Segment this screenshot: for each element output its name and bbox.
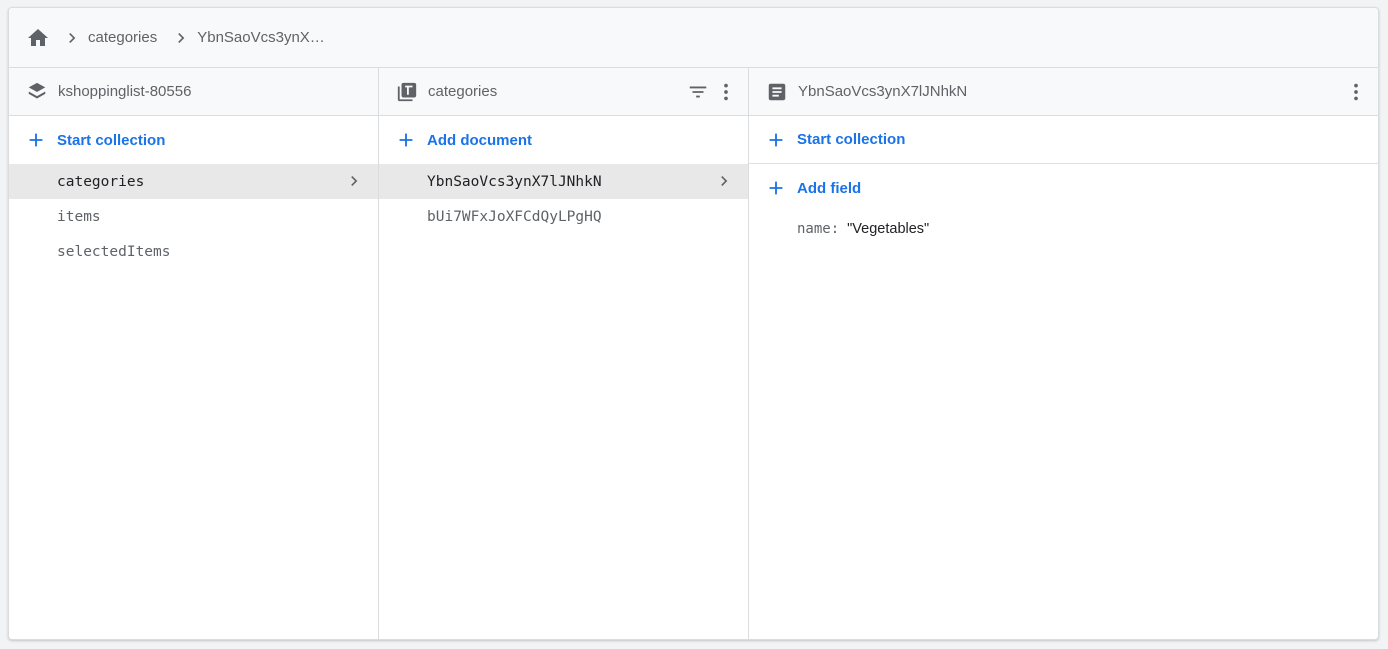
add-document-button[interactable]: Add document bbox=[379, 116, 748, 164]
document-header-actions bbox=[1344, 80, 1368, 104]
collection-item-label: selectedItems bbox=[57, 243, 171, 260]
document-item-label: YbnSaoVcs3ynX7lJNhkN bbox=[427, 173, 602, 190]
collection-item-label: categories bbox=[57, 173, 145, 190]
plus-icon bbox=[765, 129, 787, 151]
start-subcollection-button[interactable]: Start collection bbox=[749, 116, 1378, 164]
breadcrumb-item-categories[interactable]: categories bbox=[88, 29, 157, 46]
field-key: name bbox=[797, 221, 831, 237]
document-field[interactable]: name: "Vegetables" bbox=[749, 221, 1378, 237]
collection-icon bbox=[396, 81, 418, 103]
field-colon: : bbox=[830, 221, 840, 237]
add-field-button[interactable]: Add field bbox=[749, 164, 1378, 212]
document-column-header: YbnSaoVcs3ynX7lJNhkN bbox=[749, 68, 1378, 116]
more-vert-icon[interactable] bbox=[714, 80, 738, 104]
collection-item-items[interactable]: items bbox=[9, 199, 378, 234]
chevron-right-icon bbox=[344, 171, 364, 191]
start-collection-label: Start collection bbox=[57, 131, 166, 149]
collection-header-actions bbox=[686, 80, 738, 104]
chevron-right-icon bbox=[714, 171, 734, 191]
start-collection-button[interactable]: Start collection bbox=[9, 116, 378, 164]
document-title: YbnSaoVcs3ynX7lJNhkN bbox=[798, 83, 968, 100]
collection-column: categories Add document YbnSaoVcs3ynX7lJ… bbox=[379, 68, 749, 639]
collection-title: categories bbox=[428, 83, 498, 100]
field-value: "Vegetables" bbox=[847, 221, 930, 237]
database-stack-icon bbox=[26, 81, 48, 103]
chevron-right-icon bbox=[171, 28, 191, 48]
add-field-label: Add field bbox=[797, 179, 862, 197]
root-column: kshoppinglist-80556 Start collection cat… bbox=[9, 68, 379, 639]
collection-item-categories[interactable]: categories bbox=[9, 164, 378, 199]
document-item-label: bUi7WFxJoXFCdQyLPgHQ bbox=[427, 208, 602, 225]
add-document-label: Add document bbox=[427, 131, 532, 149]
document-item[interactable]: YbnSaoVcs3ynX7lJNhkN bbox=[379, 164, 748, 199]
plus-icon bbox=[395, 129, 417, 151]
plus-icon bbox=[25, 129, 47, 151]
home-icon[interactable] bbox=[26, 26, 50, 50]
document-icon bbox=[766, 81, 788, 103]
project-title: kshoppinglist-80556 bbox=[58, 83, 192, 100]
start-subcollection-label: Start collection bbox=[797, 131, 906, 148]
breadcrumb-item-document[interactable]: YbnSaoVcs3ynX… bbox=[197, 29, 325, 46]
collection-item-selecteditems[interactable]: selectedItems bbox=[9, 234, 378, 269]
collection-item-label: items bbox=[57, 208, 101, 225]
root-column-header: kshoppinglist-80556 bbox=[9, 68, 378, 116]
collection-column-header: categories bbox=[379, 68, 748, 116]
panel-columns: kshoppinglist-80556 Start collection cat… bbox=[9, 68, 1378, 639]
firestore-data-panel: categories YbnSaoVcs3ynX… kshoppinglist-… bbox=[8, 7, 1379, 640]
filter-icon[interactable] bbox=[686, 80, 710, 104]
chevron-right-icon bbox=[62, 28, 82, 48]
plus-icon bbox=[765, 177, 787, 199]
more-vert-icon[interactable] bbox=[1344, 80, 1368, 104]
document-column: YbnSaoVcs3ynX7lJNhkN Start collection Ad… bbox=[749, 68, 1378, 639]
breadcrumb: categories YbnSaoVcs3ynX… bbox=[9, 8, 1378, 68]
document-item[interactable]: bUi7WFxJoXFCdQyLPgHQ bbox=[379, 199, 748, 234]
